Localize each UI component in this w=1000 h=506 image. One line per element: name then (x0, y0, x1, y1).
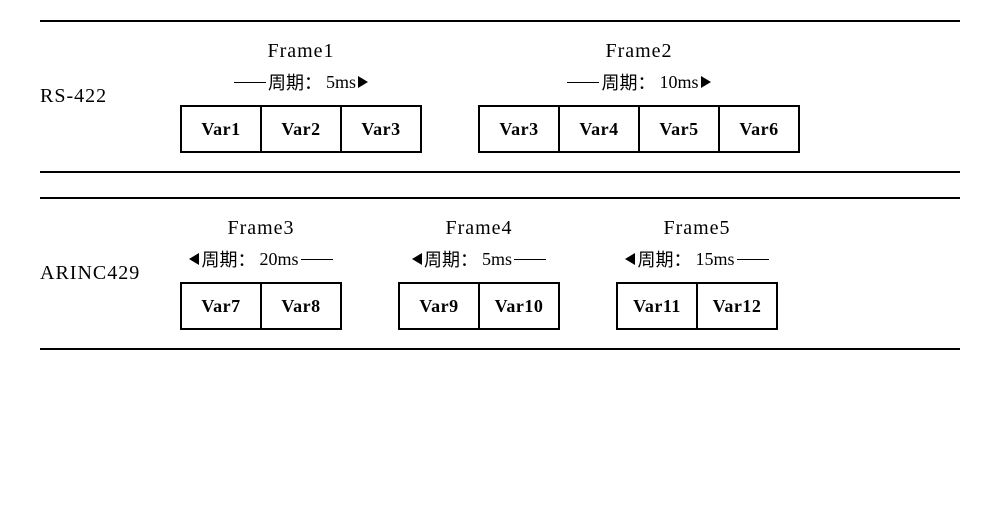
var-row: Var3 Var4 Var5 Var6 (478, 105, 800, 153)
line-segment-icon (567, 82, 599, 83)
var-cell: Var5 (638, 105, 720, 153)
var-cell: Var2 (260, 105, 342, 153)
period-value: 5ms (482, 249, 512, 270)
line-segment-icon (301, 259, 333, 260)
period-prefix: 周期： (424, 246, 478, 272)
var-cell: Var10 (478, 282, 560, 330)
row-flex: ARINC429 Frame3 周期： 20ms Var7 Var8 Fram (40, 217, 960, 330)
period-row: 周期： 15ms (625, 246, 768, 272)
arrow-left-icon (625, 253, 635, 265)
arrow-right-icon (701, 76, 711, 88)
frame-title: Frame1 (267, 40, 334, 63)
diagram-row-arinc429: ARINC429 Frame3 周期： 20ms Var7 Var8 Fram (40, 197, 960, 350)
frame-title: Frame3 (227, 217, 294, 240)
frame-block-frame2: Frame2 周期： 10ms Var3 Var4 Var5 Var6 (478, 40, 800, 153)
var-row: Var9 Var10 (398, 282, 560, 330)
frame-block-frame1: Frame1 周期： 5ms Var1 Var2 Var3 (180, 40, 422, 153)
var-cell: Var3 (340, 105, 422, 153)
var-cell: Var9 (398, 282, 480, 330)
var-row: Var7 Var8 (180, 282, 342, 330)
var-row: Var11 Var12 (616, 282, 778, 330)
period-value: 20ms (259, 249, 298, 270)
frame-block-frame5: Frame5 周期： 15ms Var11 Var12 (616, 217, 778, 330)
frames-area: Frame1 周期： 5ms Var1 Var2 Var3 Frame2 (180, 40, 960, 153)
period-prefix: 周期： (268, 69, 322, 95)
frame-title: Frame5 (663, 217, 730, 240)
line-segment-icon (514, 259, 546, 260)
frame-title: Frame2 (605, 40, 672, 63)
period-row: 周期： 10ms (567, 69, 710, 95)
protocol-text: RS-422 (40, 85, 107, 108)
frame-block-frame3: Frame3 周期： 20ms Var7 Var8 (180, 217, 342, 330)
arrow-left-icon (412, 253, 422, 265)
period-value: 15ms (695, 249, 734, 270)
period-row: 周期： 20ms (189, 246, 332, 272)
frame-block-frame4: Frame4 周期： 5ms Var9 Var10 (398, 217, 560, 330)
period-prefix: 周期： (201, 246, 255, 272)
arrow-left-icon (189, 253, 199, 265)
protocol-text: ARINC429 (40, 262, 140, 285)
period-row: 周期： 5ms (234, 69, 368, 95)
var-cell: Var7 (180, 282, 262, 330)
var-cell: Var4 (558, 105, 640, 153)
diagram-row-rs422: RS-422 Frame1 周期： 5ms Var1 Var2 Var3 (40, 20, 960, 173)
protocol-label: RS-422 (40, 40, 180, 153)
period-value: 10ms (659, 72, 698, 93)
frame-title: Frame4 (445, 217, 512, 240)
var-cell: Var11 (616, 282, 698, 330)
period-prefix: 周期： (601, 69, 655, 95)
protocol-label: ARINC429 (40, 217, 180, 330)
var-cell: Var8 (260, 282, 342, 330)
var-cell: Var3 (478, 105, 560, 153)
var-cell: Var12 (696, 282, 778, 330)
period-prefix: 周期： (637, 246, 691, 272)
arrow-right-icon (358, 76, 368, 88)
period-row: 周期： 5ms (412, 246, 546, 272)
var-cell: Var6 (718, 105, 800, 153)
row-flex: RS-422 Frame1 周期： 5ms Var1 Var2 Var3 (40, 40, 960, 153)
period-value: 5ms (326, 72, 356, 93)
var-cell: Var1 (180, 105, 262, 153)
var-row: Var1 Var2 Var3 (180, 105, 422, 153)
line-segment-icon (737, 259, 769, 260)
line-segment-icon (234, 82, 266, 83)
frames-area: Frame3 周期： 20ms Var7 Var8 Frame4 周期： (180, 217, 960, 330)
